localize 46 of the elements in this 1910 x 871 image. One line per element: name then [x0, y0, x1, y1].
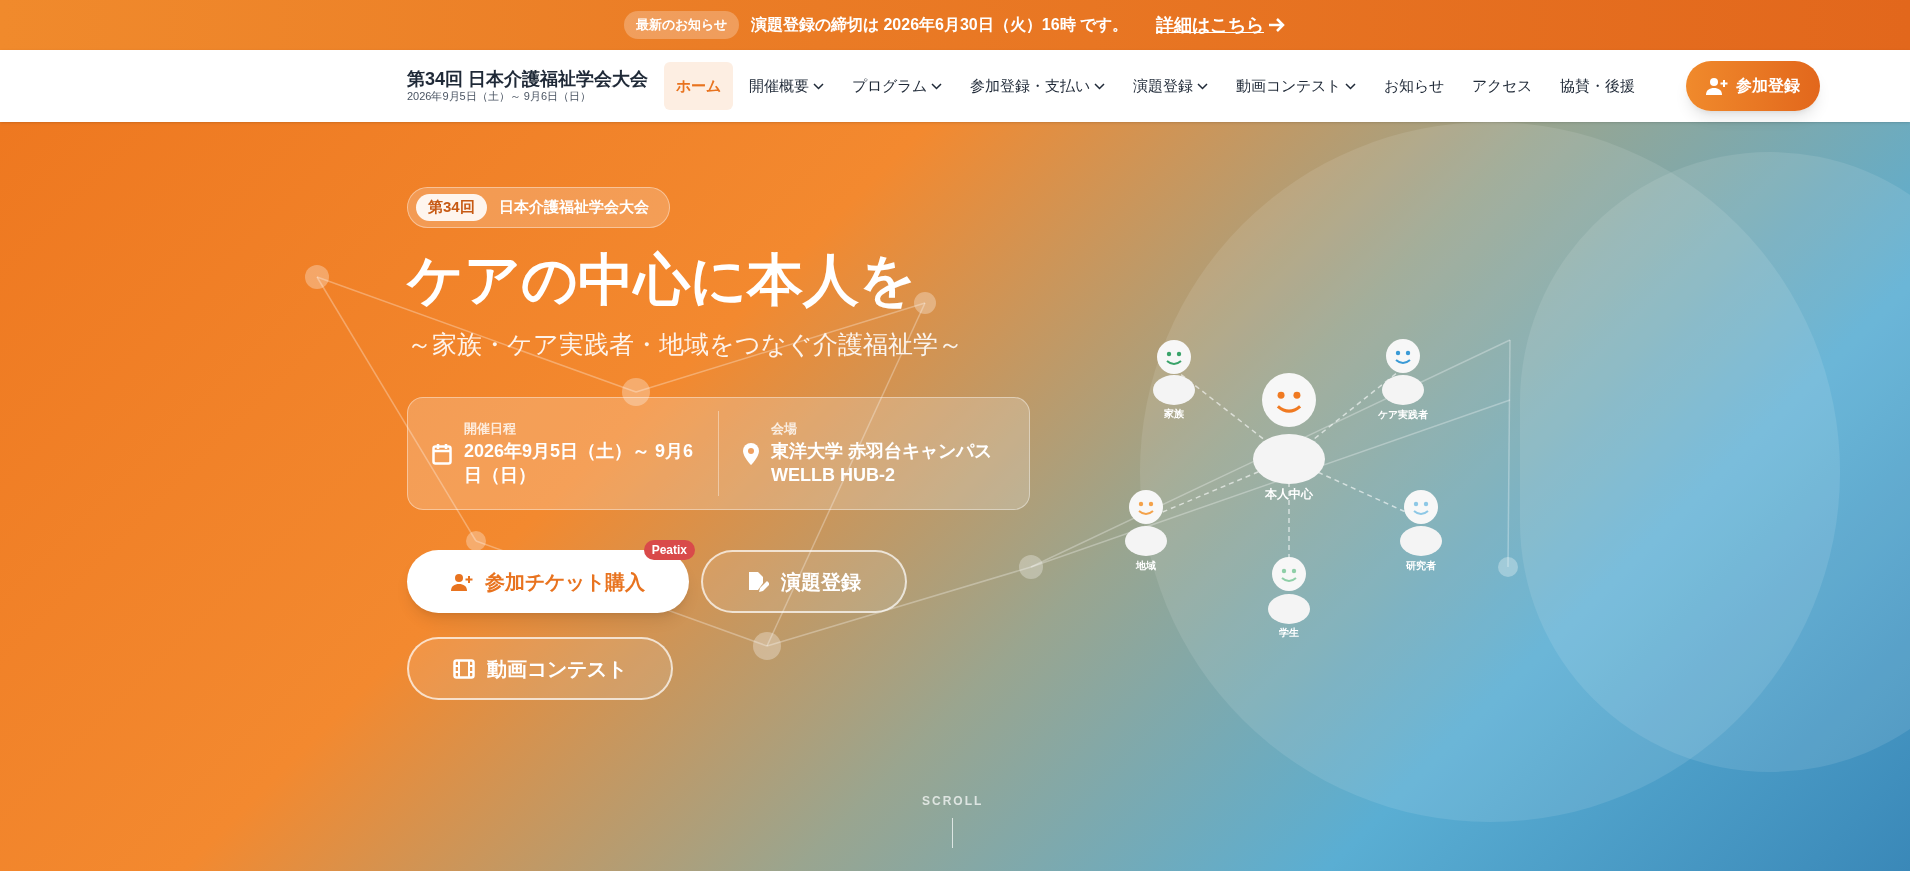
hero-title: ケアの中心に本人を: [407, 244, 916, 314]
nav-item[interactable]: プログラム: [840, 62, 955, 110]
person-label: 本人中心: [1265, 487, 1313, 501]
peatix-badge: Peatix: [643, 540, 695, 560]
scroll-hint: SCROLL: [922, 793, 984, 810]
news-badge: 最新のお知らせ: [624, 11, 739, 39]
nav-item[interactable]: 動画コンテスト: [1224, 62, 1369, 110]
info-value: 2026年9月5日（土）～ 9月6日（日）: [464, 439, 694, 488]
nav-item[interactable]: 参加登録・支払い: [958, 62, 1118, 110]
nav-item[interactable]: お知らせ: [1372, 62, 1457, 110]
network-dot: [914, 292, 936, 314]
site-title[interactable]: 第34回 日本介護福祉学会大会: [407, 67, 649, 91]
info-value: 東洋大学 赤羽台キャンパス WELLB HUB-2: [771, 439, 993, 488]
chevron-down-icon: [931, 82, 943, 90]
announcement-text: 演題登録の締切は 2026年6月30日（火）16時 です。: [751, 15, 1128, 35]
person-label: ケア実践者: [1378, 409, 1428, 420]
document-pen-icon: [747, 570, 769, 593]
hero-subtitle: ～家族・ケア実践者・地域をつなぐ介護福祉学～: [407, 328, 963, 360]
info-label: 開催日程: [464, 420, 517, 438]
network-dot: [466, 531, 486, 551]
nav-item[interactable]: 開催概要: [737, 62, 837, 110]
nav-item[interactable]: 協賛・後援: [1548, 62, 1648, 110]
network-dot: [753, 632, 781, 660]
scroll-line: [952, 818, 954, 848]
location-pin-icon: [743, 442, 759, 465]
event-name: 日本介護福祉学会大会: [498, 197, 649, 217]
chevron-down-icon: [1197, 82, 1209, 90]
chevron-down-icon: [1345, 82, 1357, 90]
nav-item[interactable]: 演題登録: [1121, 62, 1221, 110]
info-label: 会場: [771, 420, 798, 438]
site-dates: 2026年9月5日（土）～ 9月6日（日）: [407, 90, 592, 105]
user-plus-icon: [1706, 77, 1728, 95]
chevron-down-icon: [1094, 82, 1106, 90]
edition-label: 第34回: [416, 194, 487, 221]
network-dot: [305, 265, 329, 289]
person-label: 研究者: [1406, 560, 1436, 571]
user-plus-icon: [451, 572, 473, 591]
person-label: 地域: [1136, 560, 1156, 571]
person-label: 家族: [1164, 408, 1184, 419]
nav-item[interactable]: アクセス: [1460, 62, 1545, 110]
arrow-right-icon: [1268, 17, 1286, 33]
person-label: 学生: [1279, 627, 1299, 638]
network-dot: [1019, 555, 1043, 579]
chevron-down-icon: [813, 82, 825, 90]
film-icon: [453, 658, 475, 679]
calendar-icon: [432, 442, 452, 465]
